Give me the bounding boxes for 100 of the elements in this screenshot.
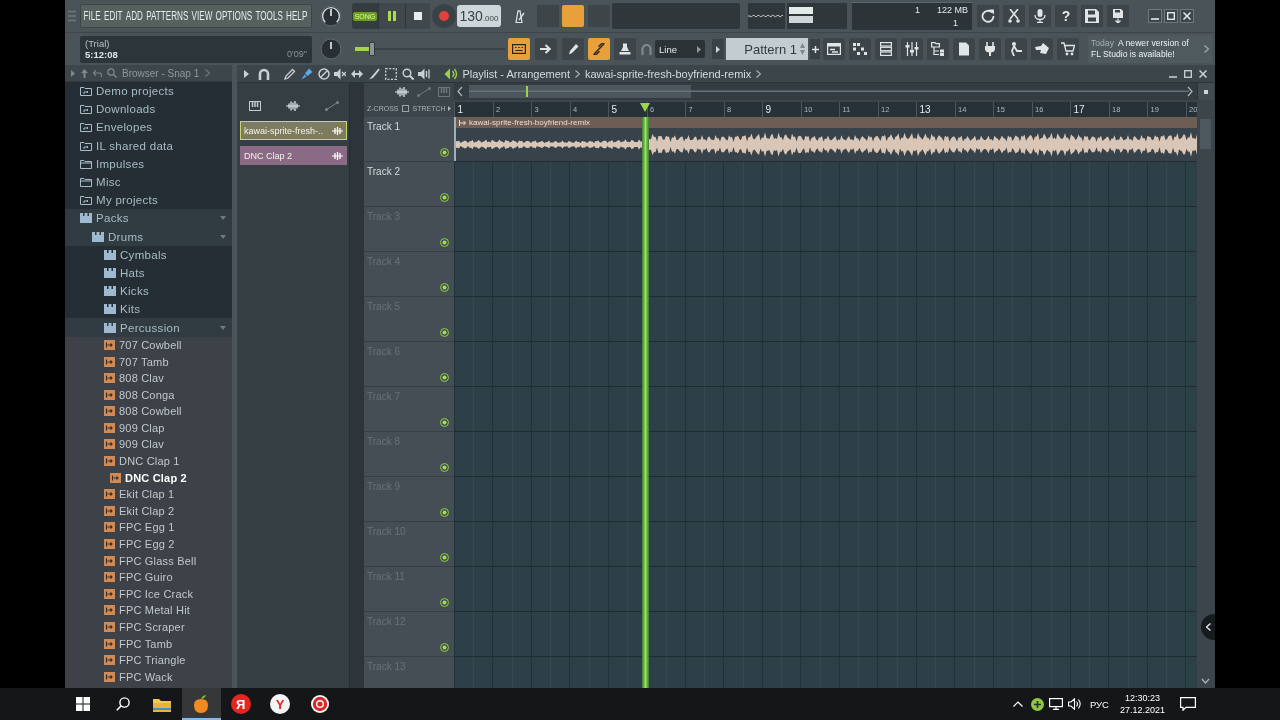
toolbar-button[interactable]: [614, 38, 636, 60]
menu-item[interactable]: OPTIONS: [215, 8, 253, 24]
tempo-field[interactable]: 130.000: [457, 5, 501, 27]
toolbar-button[interactable]: [535, 38, 557, 60]
toolbar-button[interactable]: [1031, 38, 1053, 60]
stop-button[interactable]: [405, 3, 430, 29]
tree-item[interactable]: Demo projects: [65, 82, 232, 101]
toolbar-button[interactable]: [1057, 38, 1079, 60]
caret-icon[interactable]: [244, 69, 249, 78]
menu-item[interactable]: FILE: [83, 8, 101, 24]
track-switch[interactable]: [440, 238, 449, 247]
toolbar-button[interactable]: [927, 38, 949, 60]
track-lane[interactable]: [454, 567, 1197, 612]
track-switch[interactable]: [440, 508, 449, 517]
mute-icon[interactable]: [334, 67, 347, 80]
track-switch[interactable]: [440, 283, 449, 292]
track-switch[interactable]: [440, 553, 449, 562]
track-lane[interactable]: [454, 207, 1197, 252]
tree-item[interactable]: Kits: [65, 300, 232, 319]
sound-icon[interactable]: [444, 67, 459, 80]
track-switch[interactable]: [440, 373, 449, 382]
toolbar-button[interactable]: [1029, 5, 1051, 27]
news-button[interactable]: Today A newer version of FL Studio is available!: [1088, 35, 1212, 63]
z-cross-checkbox[interactable]: [401, 105, 409, 112]
maximize-icon[interactable]: [1184, 69, 1192, 78]
tree-item[interactable]: My projects: [65, 191, 232, 210]
snap-dropdown[interactable]: Line: [655, 40, 705, 58]
toolbar-button[interactable]: [849, 38, 871, 60]
menu-item[interactable]: EDIT: [104, 8, 123, 24]
tree-item[interactable]: Downloads: [65, 100, 232, 119]
caret-icon[interactable]: [71, 69, 75, 77]
pattern-prev-button[interactable]: [712, 39, 724, 59]
automation-icon[interactable]: [325, 100, 339, 111]
track-lane[interactable]: [454, 162, 1197, 207]
taskbar-app[interactable]: Y: [260, 688, 300, 720]
wave-icon[interactable]: [286, 100, 300, 111]
knife-icon[interactable]: [368, 67, 380, 80]
zoom-icon[interactable]: [401, 67, 414, 80]
audio-clip[interactable]: kawai-sprite-fresh-boyfriend-remix: [454, 117, 1197, 161]
scroll-corner-button[interactable]: [1197, 83, 1214, 100]
toolbar-button[interactable]: [901, 38, 923, 60]
track-name[interactable]: Track 1: [367, 121, 400, 132]
toolbar-button[interactable]: [875, 38, 897, 60]
toolbar-button[interactable]: [977, 5, 999, 27]
piano-icon[interactable]: [249, 100, 261, 111]
taskbar-app[interactable]: [181, 688, 222, 720]
track-lane[interactable]: [454, 612, 1197, 657]
wave-icon[interactable]: [395, 86, 409, 97]
tree-item[interactable]: Percussion: [65, 318, 232, 337]
brush-icon[interactable]: [300, 67, 313, 80]
pitch-knob[interactable]: [320, 38, 342, 60]
add-pattern-button[interactable]: [810, 39, 820, 59]
menu-item[interactable]: PATTERNS: [146, 8, 189, 24]
track-lane[interactable]: [454, 522, 1197, 567]
undo-icon[interactable]: [93, 69, 102, 77]
pencil-icon[interactable]: [284, 67, 296, 80]
taskbar-app[interactable]: Я: [221, 688, 261, 720]
pattern-selector[interactable]: Pattern 1: [726, 38, 808, 60]
track-switch[interactable]: [440, 643, 449, 652]
track-lane[interactable]: [454, 432, 1197, 477]
volume-knob[interactable]: [320, 5, 342, 27]
toolbar-button[interactable]: [1081, 5, 1103, 27]
magnet-icon[interactable]: [258, 67, 270, 80]
toolbar-button[interactable]: [1003, 5, 1025, 27]
track-lane[interactable]: [454, 342, 1197, 387]
help-button[interactable]: ?: [1055, 5, 1077, 27]
track-name[interactable]: Track 2: [367, 166, 400, 177]
track-switch[interactable]: [440, 463, 449, 472]
play-button[interactable]: [378, 3, 405, 29]
menu-item[interactable]: VIEW: [191, 8, 213, 24]
minimize-button[interactable]: [1148, 9, 1162, 23]
close-button[interactable]: [1180, 9, 1194, 23]
language-button[interactable]: РУС: [1084, 688, 1114, 720]
track-lane[interactable]: [454, 252, 1197, 297]
toolbar-button[interactable]: [979, 38, 1001, 60]
close-icon[interactable]: [1199, 69, 1207, 78]
speaker-icon[interactable]: [418, 67, 431, 80]
toolbar-button[interactable]: [508, 38, 530, 60]
selection-icon[interactable]: [384, 67, 397, 80]
toolbar-button[interactable]: [1107, 5, 1129, 27]
toolbar-button[interactable]: [823, 38, 845, 60]
track-switch[interactable]: [440, 193, 449, 202]
tree-item[interactable]: Envelopes: [65, 118, 232, 137]
track-switch[interactable]: [440, 328, 449, 337]
breadcrumb[interactable]: kawai-sprite-fresh-boyfriend-remix: [585, 67, 752, 80]
track-lane[interactable]: [454, 387, 1197, 432]
playhead[interactable]: [641, 117, 649, 688]
toolbar-button[interactable]: [562, 38, 584, 60]
track-switch[interactable]: [440, 598, 449, 607]
slider-thumb[interactable]: [369, 42, 376, 56]
maximize-button[interactable]: [1164, 9, 1178, 23]
up-arrow-icon[interactable]: [81, 68, 88, 78]
ban-icon[interactable]: [317, 67, 330, 80]
toolbar-button[interactable]: [953, 38, 975, 60]
horizontal-scrollbar[interactable]: [454, 83, 1197, 100]
toolbar-button[interactable]: [1005, 38, 1027, 60]
tree-item[interactable]: Kicks: [65, 282, 232, 301]
pattern-clip[interactable]: kawai-sprite-fresh-..: [240, 121, 347, 140]
playhead-marker[interactable]: [640, 103, 651, 112]
track-switch[interactable]: [440, 148, 449, 157]
